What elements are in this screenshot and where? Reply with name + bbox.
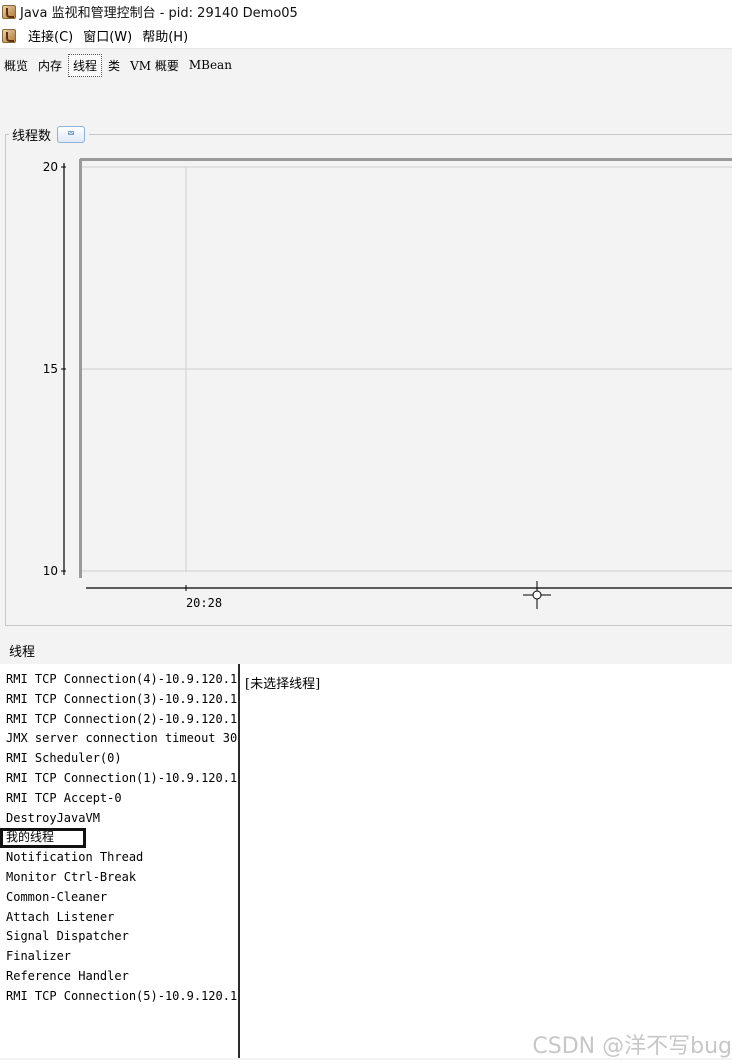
thread-list-item[interactable]: 我的线程 xyxy=(0,828,86,849)
thread-list-item[interactable]: DestroyJavaVM xyxy=(0,809,238,829)
thread-detail-pane: [未选择线程] xyxy=(240,664,732,1058)
thread-list-item[interactable]: Attach Listener xyxy=(0,908,238,928)
thread-list-item[interactable]: RMI TCP Connection(4)-10.9.120.12 xyxy=(0,670,238,690)
thread-count-chart: 20 15 10 20:28 xyxy=(43,158,732,610)
threads-subpanel-tab[interactable]: 线程 xyxy=(2,638,42,663)
y-tick-label: 10 xyxy=(43,564,58,578)
thread-list[interactable]: RMI TCP Connection(4)-10.9.120.12 RMI TCP… xyxy=(0,664,240,1058)
y-tick-label: 20 xyxy=(43,160,58,174)
thread-list-item[interactable]: Common-Cleaner xyxy=(0,888,238,908)
thread-list-item[interactable]: JMX server connection timeout 30 xyxy=(0,729,238,749)
thread-list-item[interactable]: RMI TCP Connection(2)-10.9.120.12 xyxy=(0,710,238,730)
y-tick-label: 15 xyxy=(43,362,58,376)
thread-list-item[interactable]: RMI TCP Connection(3)-10.9.120.12 xyxy=(0,690,238,710)
thread-list-item[interactable]: Monitor Ctrl-Break xyxy=(0,868,238,888)
thread-list-item[interactable]: Finalizer xyxy=(0,947,238,967)
watermark: CSDN @洋不写bug xyxy=(532,1034,732,1059)
thread-list-item[interactable]: RMI TCP Accept-0 xyxy=(0,789,238,809)
thread-list-item[interactable]: RMI TCP Connection(5)-10.9.120.12 xyxy=(0,987,238,1007)
thread-list-item[interactable]: Reference Handler xyxy=(0,967,238,987)
thread-list-item[interactable]: RMI Scheduler(0) xyxy=(0,749,238,769)
x-tick-label: 20:28 xyxy=(186,596,222,610)
thread-list-item[interactable]: Notification Thread xyxy=(0,848,238,868)
thread-detail-text: [未选择线程] xyxy=(245,677,321,692)
thread-list-item[interactable]: Signal Dispatcher xyxy=(0,927,238,947)
crosshair-cursor-icon xyxy=(532,590,542,600)
thread-list-item[interactable]: RMI TCP Connection(1)-10.9.120.12 xyxy=(0,769,238,789)
